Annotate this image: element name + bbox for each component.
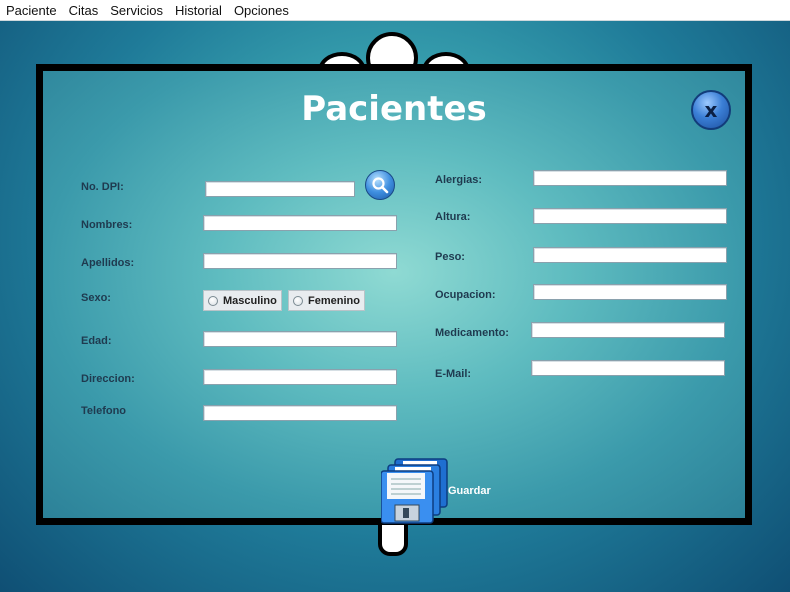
dpi-field[interactable] xyxy=(205,181,355,197)
menu-citas[interactable]: Citas xyxy=(69,3,99,18)
radio-femenino[interactable]: Femenino xyxy=(288,290,365,311)
nombres-field[interactable] xyxy=(203,215,397,231)
email-label: E-Mail: xyxy=(435,368,472,380)
search-icon xyxy=(372,177,389,194)
telefono-field[interactable] xyxy=(203,405,397,421)
medicamento-label: Medicamento: xyxy=(435,327,509,339)
floppy-disks-icon xyxy=(380,458,448,524)
direccion-field[interactable] xyxy=(203,369,397,385)
search-button[interactable] xyxy=(365,170,395,200)
alergias-field[interactable] xyxy=(533,170,727,186)
radio-circle xyxy=(293,295,303,306)
ocupacion-label: Ocupacion: xyxy=(435,289,496,301)
close-button[interactable]: x xyxy=(691,90,731,130)
dpi-label: No. DPI: xyxy=(81,181,124,193)
close-icon: x xyxy=(704,98,718,122)
apellidos-label: Apellidos: xyxy=(81,257,135,269)
radio-femenino-label: Femenino xyxy=(308,294,360,307)
telefono-label: Telefono xyxy=(81,405,127,417)
ocupacion-field[interactable] xyxy=(533,284,727,300)
direccion-label: Direccion: xyxy=(81,373,135,385)
altura-field[interactable] xyxy=(533,208,727,224)
radio-masculino[interactable]: Masculino xyxy=(203,290,282,311)
radio-circle xyxy=(208,295,218,306)
apellidos-field[interactable] xyxy=(203,253,397,269)
menu-servicios[interactable]: Servicios xyxy=(110,3,163,18)
peso-field[interactable] xyxy=(533,247,727,263)
altura-label: Altura: xyxy=(435,211,471,223)
sexo-label: Sexo: xyxy=(81,292,111,304)
menu-opciones[interactable]: Opciones xyxy=(234,3,289,18)
patient-form-panel: Pacientes x No. DPI: Nombres: Apellidos:… xyxy=(36,64,752,525)
menu-historial[interactable]: Historial xyxy=(175,3,222,18)
medicamento-field[interactable] xyxy=(531,322,725,338)
edad-field[interactable] xyxy=(203,331,397,347)
save-label: Guardar xyxy=(448,485,491,497)
radio-masculino-label: Masculino xyxy=(223,294,277,307)
nombres-label: Nombres: xyxy=(81,219,133,231)
alergias-label: Alergias: xyxy=(435,174,483,186)
peso-label: Peso: xyxy=(435,251,465,263)
menu-paciente[interactable]: Paciente xyxy=(6,3,57,18)
page-title: Pacientes xyxy=(301,89,487,129)
edad-label: Edad: xyxy=(81,335,112,347)
email-field[interactable] xyxy=(531,360,725,376)
menu-bar: Paciente Citas Servicios Historial Opcio… xyxy=(0,0,790,21)
